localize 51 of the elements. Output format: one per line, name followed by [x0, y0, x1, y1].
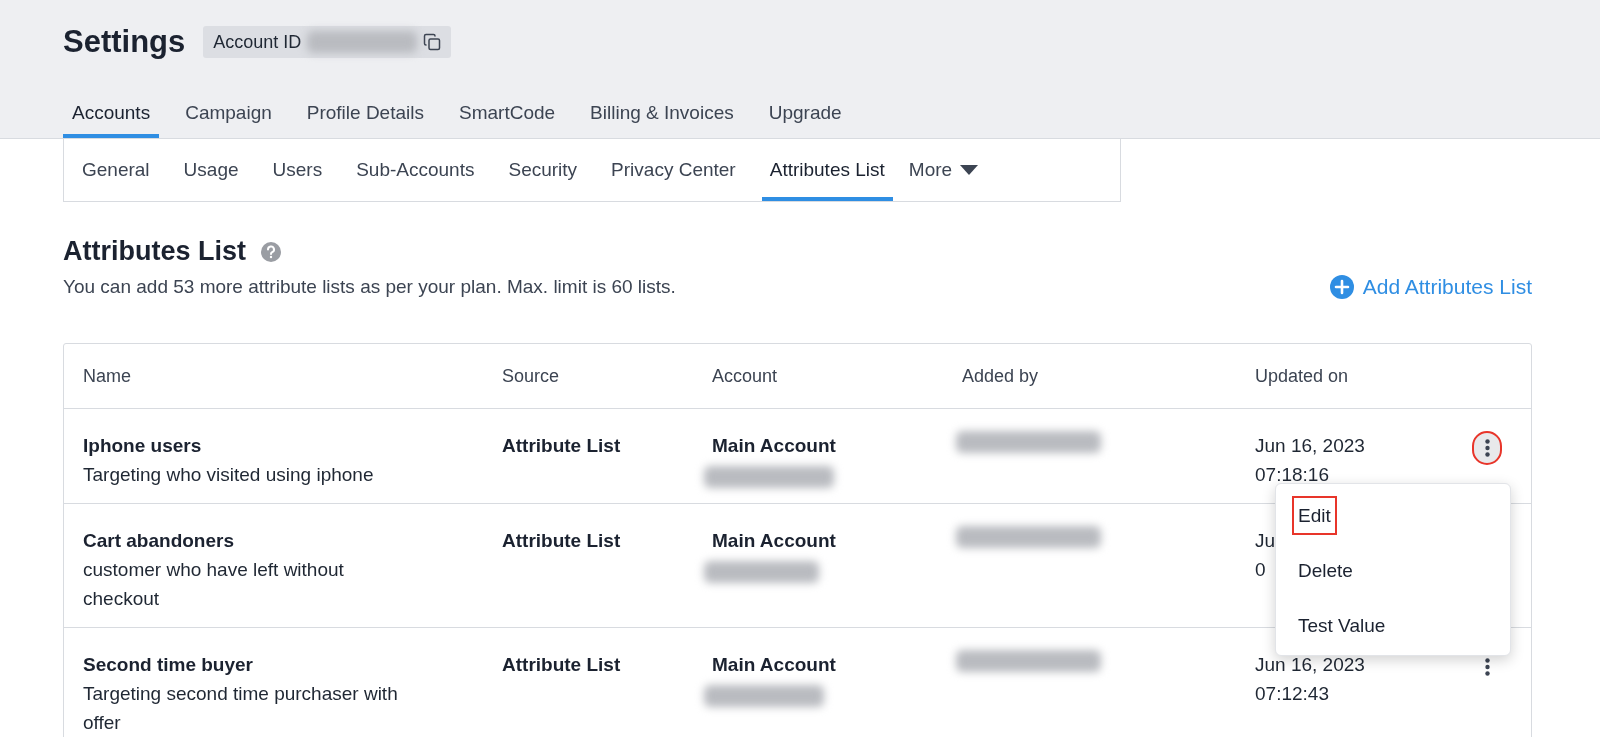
column-header: Name — [83, 365, 132, 388]
kebab-icon — [1484, 658, 1490, 676]
main-tab[interactable]: Upgrade — [759, 102, 851, 138]
caret-icon — [960, 165, 979, 175]
column-header: Added by — [962, 365, 1040, 388]
updated-date: Jun 16, 2023 — [1255, 434, 1365, 458]
list-name: Iphone users — [83, 434, 203, 458]
menu-item[interactable]: Edit — [1292, 496, 1337, 535]
section-description: You can add 53 more attribute lists as per your plan. Max. limit is 60 lists. — [63, 276, 676, 298]
sub-tab[interactable]: Security — [508, 139, 588, 201]
list-description: Targeting who visited using iphone — [83, 463, 375, 487]
kebab-icon — [1484, 439, 1490, 457]
column-header: Updated on — [1255, 365, 1350, 388]
main-tab[interactable]: SmartCode — [450, 102, 565, 138]
updated-time: 07:18:16 — [1255, 463, 1329, 487]
updated-time: 0 — [1255, 558, 1266, 582]
main-tab[interactable]: Accounts — [63, 102, 160, 138]
sub-tab[interactable]: General — [82, 139, 160, 201]
more-dropdown[interactable]: More — [908, 139, 989, 201]
account-text: Main Account — [712, 529, 837, 553]
column-header: Source — [502, 365, 561, 388]
copy-icon[interactable] — [423, 33, 442, 51]
main-tab[interactable]: Profile Details — [297, 102, 433, 138]
sub-tab[interactable]: Users — [272, 139, 333, 201]
list-name: Second time buyer — [83, 653, 254, 677]
list-description: Targeting second time purchaser with offer — [83, 682, 399, 735]
sub-tab[interactable]: Sub-Accounts — [356, 139, 485, 201]
main-tab[interactable]: Campaign — [176, 102, 281, 138]
sub-tab[interactable]: Privacy Center — [611, 139, 746, 201]
source-text: Attribute List — [502, 653, 622, 677]
more-options-button[interactable] — [1472, 431, 1502, 465]
menu-item[interactable]: Delete — [1292, 551, 1359, 590]
account-text: Main Account — [712, 653, 837, 677]
list-name: Cart abandoners — [83, 529, 235, 553]
updated-date: Ju — [1255, 529, 1276, 553]
help-icon[interactable] — [260, 240, 282, 263]
updated-time: 07:12:43 — [1255, 682, 1329, 706]
sub-tab[interactable]: Attributes List — [761, 139, 893, 201]
sub-tab[interactable]: Usage — [183, 139, 249, 201]
list-description: customer who have left without checkout — [83, 558, 345, 611]
page-title: Settings — [63, 24, 186, 60]
section-title: Attributes List — [63, 236, 246, 267]
source-text: Attribute List — [502, 434, 622, 458]
plus-circle-icon — [1329, 275, 1354, 299]
updated-date: Jun 16, 2023 — [1255, 653, 1365, 677]
main-tab[interactable]: Billing & Invoices — [581, 102, 743, 138]
column-header: Account — [712, 365, 779, 388]
account-id-label: Account ID — [213, 31, 302, 53]
source-text: Attribute List — [502, 529, 622, 553]
menu-item[interactable]: Test Value — [1292, 606, 1392, 645]
account-text: Main Account — [712, 434, 837, 458]
